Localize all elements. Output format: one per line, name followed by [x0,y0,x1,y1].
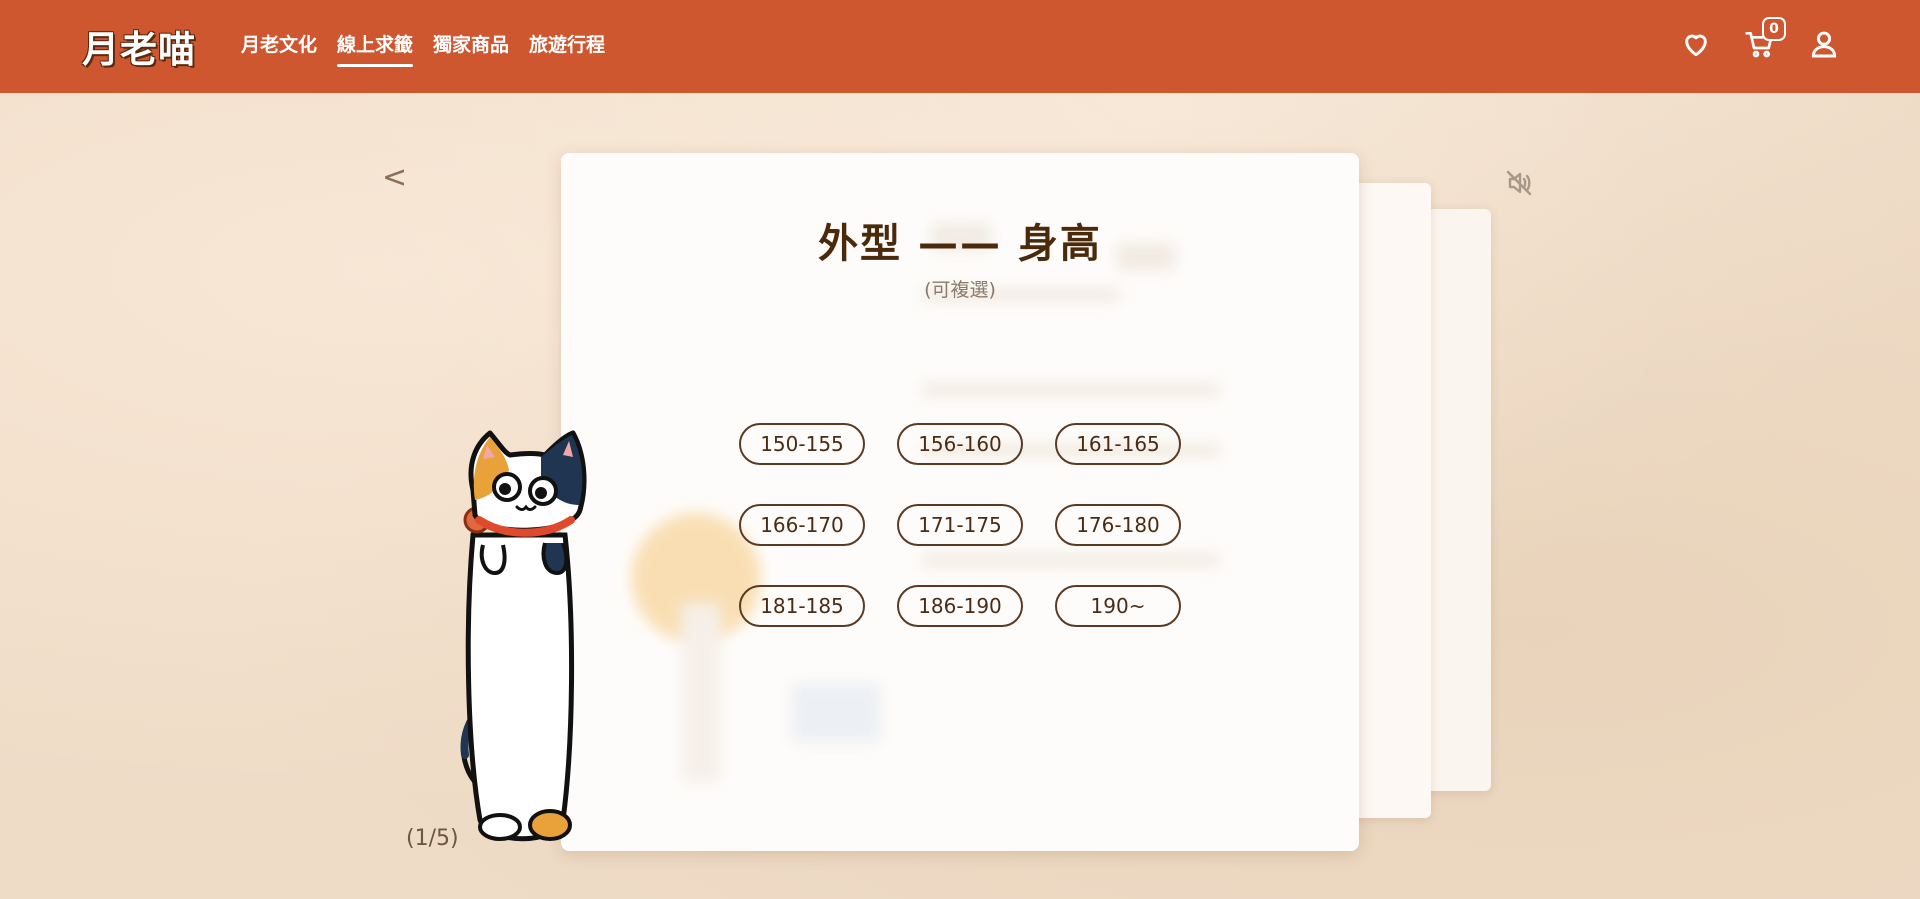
heart-icon[interactable] [1680,28,1712,60]
site-logo[interactable]: 月老喵 [82,19,196,73]
option-186-190[interactable]: 186-190 [897,585,1023,627]
user-icon[interactable] [1808,28,1840,60]
cart-count-badge: 0 [1762,17,1786,41]
option-176-180[interactable]: 176-180 [1055,504,1181,546]
option-166-170[interactable]: 166-170 [739,504,865,546]
slide-page-counter: (1/5) [406,826,459,851]
top-header: 月老喵 月老文化 線上求籤 獨家商品 旅遊行程 0 [0,0,1920,93]
main-nav: 月老文化 線上求籤 獨家商品 旅遊行程 [241,30,605,67]
nav-item-travel[interactable]: 旅遊行程 [529,30,605,63]
option-171-175[interactable]: 171-175 [897,504,1023,546]
option-156-160[interactable]: 156-160 [897,423,1023,465]
option-161-165[interactable]: 161-165 [1055,423,1181,465]
option-150-155[interactable]: 150-155 [739,423,865,465]
muted-speaker-icon[interactable] [1503,167,1535,199]
question-title: 外型 —— 身高 [818,221,1102,267]
prev-arrow-button[interactable]: < [382,160,407,195]
height-options: 150-155 156-160 161-165 166-170 171-175 … [739,423,1189,627]
nav-item-culture[interactable]: 月老文化 [241,30,317,63]
calico-cat-mascot-icon [460,430,587,842]
option-190-plus[interactable]: 190~ [1055,585,1181,627]
option-181-185[interactable]: 181-185 [739,585,865,627]
question-card: 外型 —— 身高 (可複選) 150-155 156-160 161-165 1… [561,153,1359,851]
question-subtitle: (可複選) [924,279,996,301]
nav-item-products[interactable]: 獨家商品 [433,30,509,63]
nav-item-online-fortune[interactable]: 線上求籤 [337,30,414,67]
